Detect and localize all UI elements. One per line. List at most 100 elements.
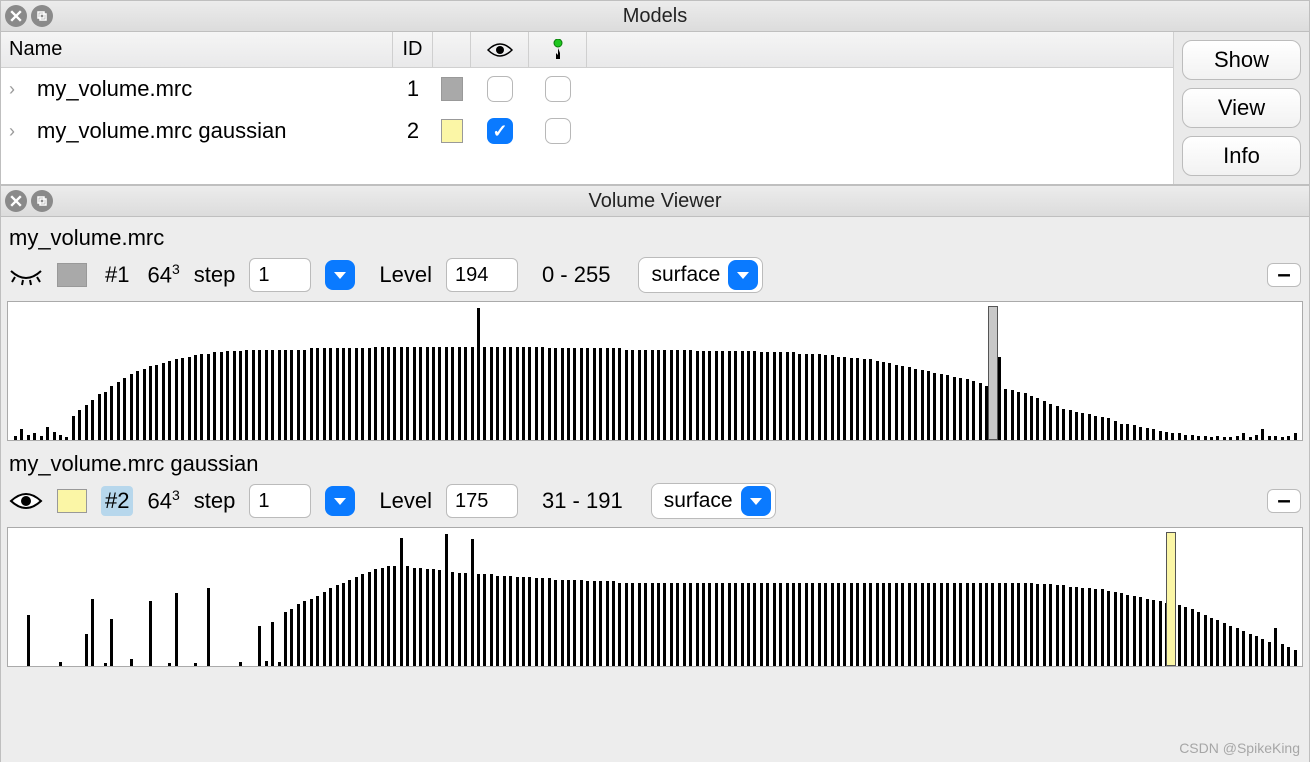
histogram-bar xyxy=(696,351,699,440)
display-mode-select[interactable]: surface xyxy=(651,483,776,519)
histogram-bar xyxy=(998,357,1001,441)
close-icon[interactable] xyxy=(5,5,27,27)
histogram[interactable] xyxy=(7,301,1303,441)
selected-checkbox[interactable] xyxy=(545,118,571,144)
histogram-bar xyxy=(413,347,416,440)
histogram-bar xyxy=(753,351,756,440)
threshold-marker[interactable] xyxy=(988,306,998,440)
column-header-color[interactable] xyxy=(433,32,471,67)
color-swatch[interactable] xyxy=(57,489,87,513)
level-input[interactable] xyxy=(446,258,518,292)
histogram[interactable] xyxy=(7,527,1303,667)
view-button[interactable]: View xyxy=(1182,88,1301,128)
histogram-bar xyxy=(1004,389,1007,440)
histogram-bar xyxy=(355,348,358,440)
histogram-bar xyxy=(933,373,936,440)
histogram-bar xyxy=(1274,628,1277,666)
histogram-bar xyxy=(818,583,821,667)
histogram-bar xyxy=(1081,588,1084,666)
pointer-icon xyxy=(549,39,567,61)
histogram-bar xyxy=(438,570,441,666)
histogram-bar xyxy=(676,350,679,440)
histogram-bar xyxy=(451,347,454,440)
shown-checkbox[interactable] xyxy=(487,76,513,102)
histogram-bar xyxy=(59,435,62,440)
histogram-bar xyxy=(747,351,750,440)
histogram-bar xyxy=(702,583,705,667)
histogram-bar xyxy=(381,347,384,440)
histogram-bar xyxy=(728,351,731,440)
column-header-name[interactable]: Name xyxy=(1,32,393,67)
show-button[interactable]: Show xyxy=(1182,40,1301,80)
histogram-bar xyxy=(824,355,827,440)
detach-icon[interactable] xyxy=(31,190,53,212)
volume-id-label[interactable]: #2 xyxy=(101,486,133,516)
histogram-bar xyxy=(1036,584,1039,666)
color-swatch[interactable] xyxy=(441,77,463,101)
histogram-bar xyxy=(213,352,216,440)
histogram-bar xyxy=(522,347,525,440)
histogram-bar xyxy=(490,347,493,440)
histogram-bar xyxy=(631,350,634,440)
histogram-bar xyxy=(1178,433,1181,440)
histogram-bar xyxy=(1011,583,1014,667)
info-button[interactable]: Info xyxy=(1182,136,1301,176)
histogram-bar xyxy=(1210,437,1213,440)
chevron-right-icon[interactable]: › xyxy=(9,79,23,100)
histogram-bar xyxy=(760,583,763,667)
column-header-shown[interactable] xyxy=(471,32,529,67)
volume-controls: #1 643 step Level 0 - 255 surface – xyxy=(7,253,1303,301)
eye-open-icon[interactable] xyxy=(9,490,43,512)
histogram-bar xyxy=(426,569,429,666)
histogram-bar xyxy=(805,583,808,667)
step-input[interactable] xyxy=(249,258,311,292)
volume-id-label[interactable]: #1 xyxy=(101,260,133,290)
histogram-bar xyxy=(644,350,647,440)
histogram-bar xyxy=(40,436,43,440)
histogram-bar xyxy=(528,347,531,440)
histogram-bar xyxy=(155,365,158,440)
table-row[interactable]: › my_volume.mrc 1 xyxy=(1,68,1173,110)
collapse-button[interactable]: – xyxy=(1267,263,1301,287)
histogram-bar xyxy=(779,352,782,440)
selected-checkbox[interactable] xyxy=(545,76,571,102)
column-header-selected[interactable] xyxy=(529,32,587,67)
histogram-bar xyxy=(1249,634,1252,666)
histogram-bar xyxy=(715,351,718,440)
histogram-bar xyxy=(1152,600,1155,666)
histogram-bar xyxy=(786,583,789,667)
table-row[interactable]: › my_volume.mrc gaussian 2 xyxy=(1,110,1173,152)
histogram-bar xyxy=(766,352,769,440)
histogram-bar xyxy=(1030,583,1033,667)
detach-icon[interactable] xyxy=(31,5,53,27)
volume-dimensions: 643 xyxy=(147,487,179,514)
step-dropdown[interactable] xyxy=(325,486,355,516)
histogram-bar xyxy=(760,352,763,440)
chevron-right-icon[interactable]: › xyxy=(9,121,23,142)
threshold-marker[interactable] xyxy=(1166,532,1176,666)
close-icon[interactable] xyxy=(5,190,27,212)
histogram-bar xyxy=(1056,406,1059,440)
histogram-bar xyxy=(200,354,203,440)
histogram-bar xyxy=(432,569,435,666)
histogram-bar xyxy=(393,566,396,666)
eye-closed-icon[interactable] xyxy=(9,264,43,286)
shown-checkbox[interactable] xyxy=(487,118,513,144)
histogram-bar xyxy=(310,348,313,440)
histogram-bar xyxy=(1043,401,1046,440)
step-input[interactable] xyxy=(249,484,311,518)
color-swatch[interactable] xyxy=(441,119,463,143)
histogram-bar xyxy=(278,662,281,666)
color-swatch[interactable] xyxy=(57,263,87,287)
histogram-bar xyxy=(1094,416,1097,440)
histogram-bar xyxy=(1043,584,1046,666)
histogram-bar xyxy=(516,577,519,666)
histogram-bar xyxy=(663,583,666,667)
step-dropdown[interactable] xyxy=(325,260,355,290)
level-input[interactable] xyxy=(446,484,518,518)
histogram-bar xyxy=(1024,393,1027,440)
display-mode-select[interactable]: surface xyxy=(638,257,763,293)
histogram-bar xyxy=(908,367,911,440)
column-header-id[interactable]: ID xyxy=(393,32,433,67)
collapse-button[interactable]: – xyxy=(1267,489,1301,513)
